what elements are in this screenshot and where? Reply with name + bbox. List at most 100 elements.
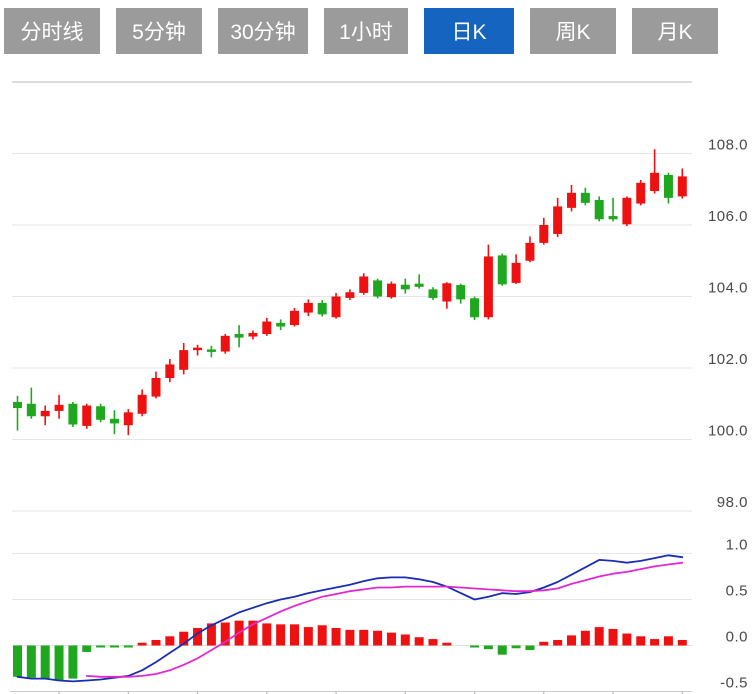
kline-macd-chart: 108.0 106.0 104.0 102.0 100.0 98.0 1.0 0.5 0.0 -0… <box>0 0 755 694</box>
macd-histogram-bar <box>332 628 341 645</box>
macd-histogram-bar <box>165 636 174 645</box>
candle-body <box>124 412 133 425</box>
macd-histogram-bar <box>636 636 645 645</box>
dif-line <box>18 555 683 681</box>
candle-body <box>678 176 687 196</box>
macd-histogram-bar <box>96 646 105 648</box>
price-axis-label: 108.0 <box>708 137 748 154</box>
macd-histogram-bar <box>678 640 687 646</box>
macd-histogram-bar <box>359 630 368 646</box>
candle-body <box>387 284 396 298</box>
macd-histogram-bar <box>567 635 576 645</box>
candle-body <box>152 378 161 397</box>
macd-axis-label: 0.5 <box>726 583 748 600</box>
macd-histogram-bar <box>27 646 36 678</box>
macd-histogram-bar <box>622 634 631 646</box>
candle-body <box>359 276 368 292</box>
macd-histogram-bar <box>110 646 119 648</box>
candle-body <box>415 284 424 287</box>
macd-histogram-bar <box>55 646 64 681</box>
macd-histogram-bar <box>41 646 50 680</box>
price-axis-label: 102.0 <box>708 351 748 368</box>
candle-body <box>401 285 410 290</box>
macd-histogram-bar <box>609 629 618 646</box>
macd-histogram-bar <box>539 642 548 646</box>
candle-body <box>539 225 548 243</box>
candle-body <box>442 283 451 301</box>
macd-histogram-bar <box>470 646 479 648</box>
macd-histogram-bar <box>442 643 451 646</box>
candle-body <box>110 419 119 424</box>
candle-body <box>138 395 147 414</box>
macd-histogram-bar <box>401 634 410 645</box>
macd-histogram-bar <box>290 624 299 645</box>
candle-body <box>165 364 174 378</box>
candle-body <box>13 402 22 408</box>
candle-body <box>221 336 230 352</box>
candle-body <box>567 193 576 208</box>
candle-body <box>595 200 604 219</box>
candle-body <box>55 405 64 411</box>
macd-histogram-bar <box>276 624 285 645</box>
macd-histogram-bar <box>373 631 382 646</box>
grid-layer <box>10 82 692 694</box>
candle-body <box>290 311 299 325</box>
candle-body <box>41 411 50 416</box>
candles-layer <box>13 149 687 435</box>
macd-histogram-bar <box>484 646 493 650</box>
macd-histogram-bar <box>512 646 521 649</box>
candle-body <box>553 206 562 234</box>
price-axis-label: 104.0 <box>708 280 748 297</box>
candle-body <box>636 183 645 204</box>
candle-body <box>609 216 618 219</box>
macd-histogram-bar <box>318 625 327 645</box>
candle-body <box>82 406 91 426</box>
candle-body <box>373 280 382 296</box>
price-axis-label: 100.0 <box>708 423 748 440</box>
macd-histogram-bar <box>262 623 271 645</box>
macd-histogram-bar <box>429 639 438 645</box>
candle-body <box>235 334 244 338</box>
macd-histogram-bar <box>82 646 91 652</box>
candle-body <box>525 243 534 261</box>
candle-body <box>193 348 202 351</box>
candle-body <box>512 263 521 283</box>
candle-body <box>248 333 257 337</box>
candle-body <box>484 256 493 317</box>
candle-body <box>622 198 631 224</box>
candle-body <box>470 298 479 317</box>
candle-body <box>664 175 673 198</box>
candle-body <box>650 173 659 191</box>
macd-histogram-bar <box>13 646 22 677</box>
macd-histogram-bar <box>415 637 424 645</box>
candle-body <box>498 255 507 284</box>
macd-histogram-bar <box>525 646 534 651</box>
macd-histogram-bar <box>68 646 77 679</box>
candle-body <box>276 323 285 327</box>
macd-histogram-bar <box>595 627 604 645</box>
macd-axis-label: 0.0 <box>726 629 748 646</box>
price-axis-label: 98.0 <box>717 494 748 511</box>
dea-line <box>87 563 683 677</box>
candle-body <box>68 404 77 425</box>
candle-body <box>456 285 465 299</box>
macd-histogram-bar <box>124 646 133 648</box>
macd-histogram-bar <box>581 631 590 646</box>
macd-histogram-bar <box>387 633 396 646</box>
macd-histogram-bar <box>304 627 313 645</box>
candle-body <box>304 303 313 313</box>
candle-body <box>429 289 438 298</box>
candle-body <box>27 404 36 417</box>
candle-body <box>179 350 188 370</box>
candle-body <box>207 349 216 352</box>
macd-histogram-bar <box>650 639 659 645</box>
macd-histogram-bar <box>152 640 161 646</box>
indicator-lines-layer <box>18 555 683 681</box>
price-axis-label: 106.0 <box>708 208 748 225</box>
candle-body <box>332 297 341 318</box>
macd-histogram-bar <box>553 640 562 646</box>
macd-axis-label: -0.5 <box>720 675 748 692</box>
candle-body <box>96 406 105 420</box>
macd-histogram-bar <box>664 636 673 645</box>
macd-axis-label: 1.0 <box>726 537 748 554</box>
